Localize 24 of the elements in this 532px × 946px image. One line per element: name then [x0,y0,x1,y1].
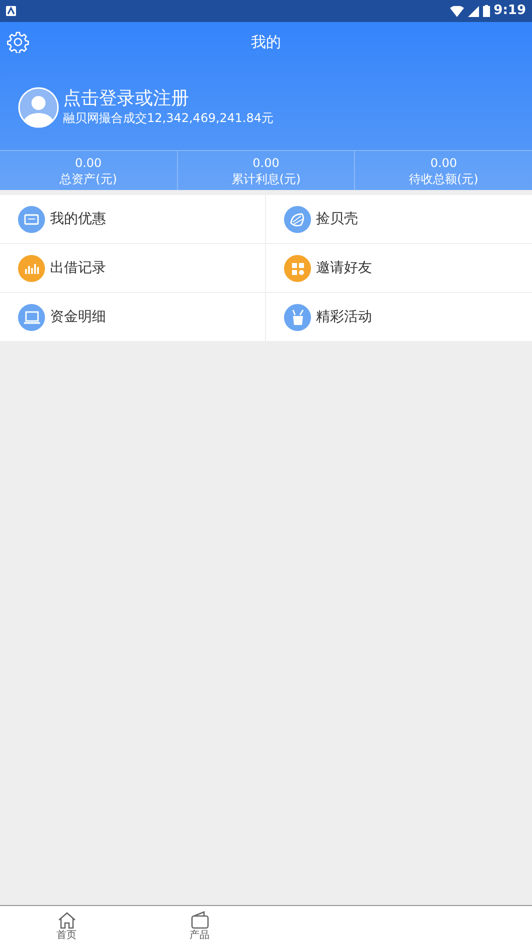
page-title: 我的 [251,32,281,53]
tab[interactable]: 产品 [133,906,266,946]
notification-icon [6,6,16,16]
wallet-icon [188,910,210,930]
stat-value: 0.00 [429,155,458,171]
menu-item[interactable]: 出借记录 [0,244,266,293]
signal-icon [468,6,479,16]
summary-text: 融贝网撮合成交12,342,469,241.84元 [63,110,274,128]
stat-label: 待收总额(元) [408,171,480,187]
menu-item[interactable]: 精彩活动 [266,293,532,342]
wifi-icon [450,6,464,16]
stat-value: 0.00 [74,155,103,171]
menu-item[interactable]: 捡贝壳 [266,195,532,244]
stat-label: 累计利息(元) [230,171,302,187]
menu-item[interactable]: 我的优惠 [0,195,266,244]
settings-icon[interactable] [7,31,29,53]
stat-label: 总资产(元) [58,171,118,187]
avatar-icon[interactable] [18,87,59,128]
tab[interactable]: 首页 [0,906,133,946]
menu-item[interactable]: 邀请好友 [266,244,532,293]
menu-item[interactable]: 资金明细 [0,293,266,342]
stat-value: 0.00 [252,155,280,171]
clock-time: 9:19 [494,2,526,20]
battery-icon [482,5,490,17]
